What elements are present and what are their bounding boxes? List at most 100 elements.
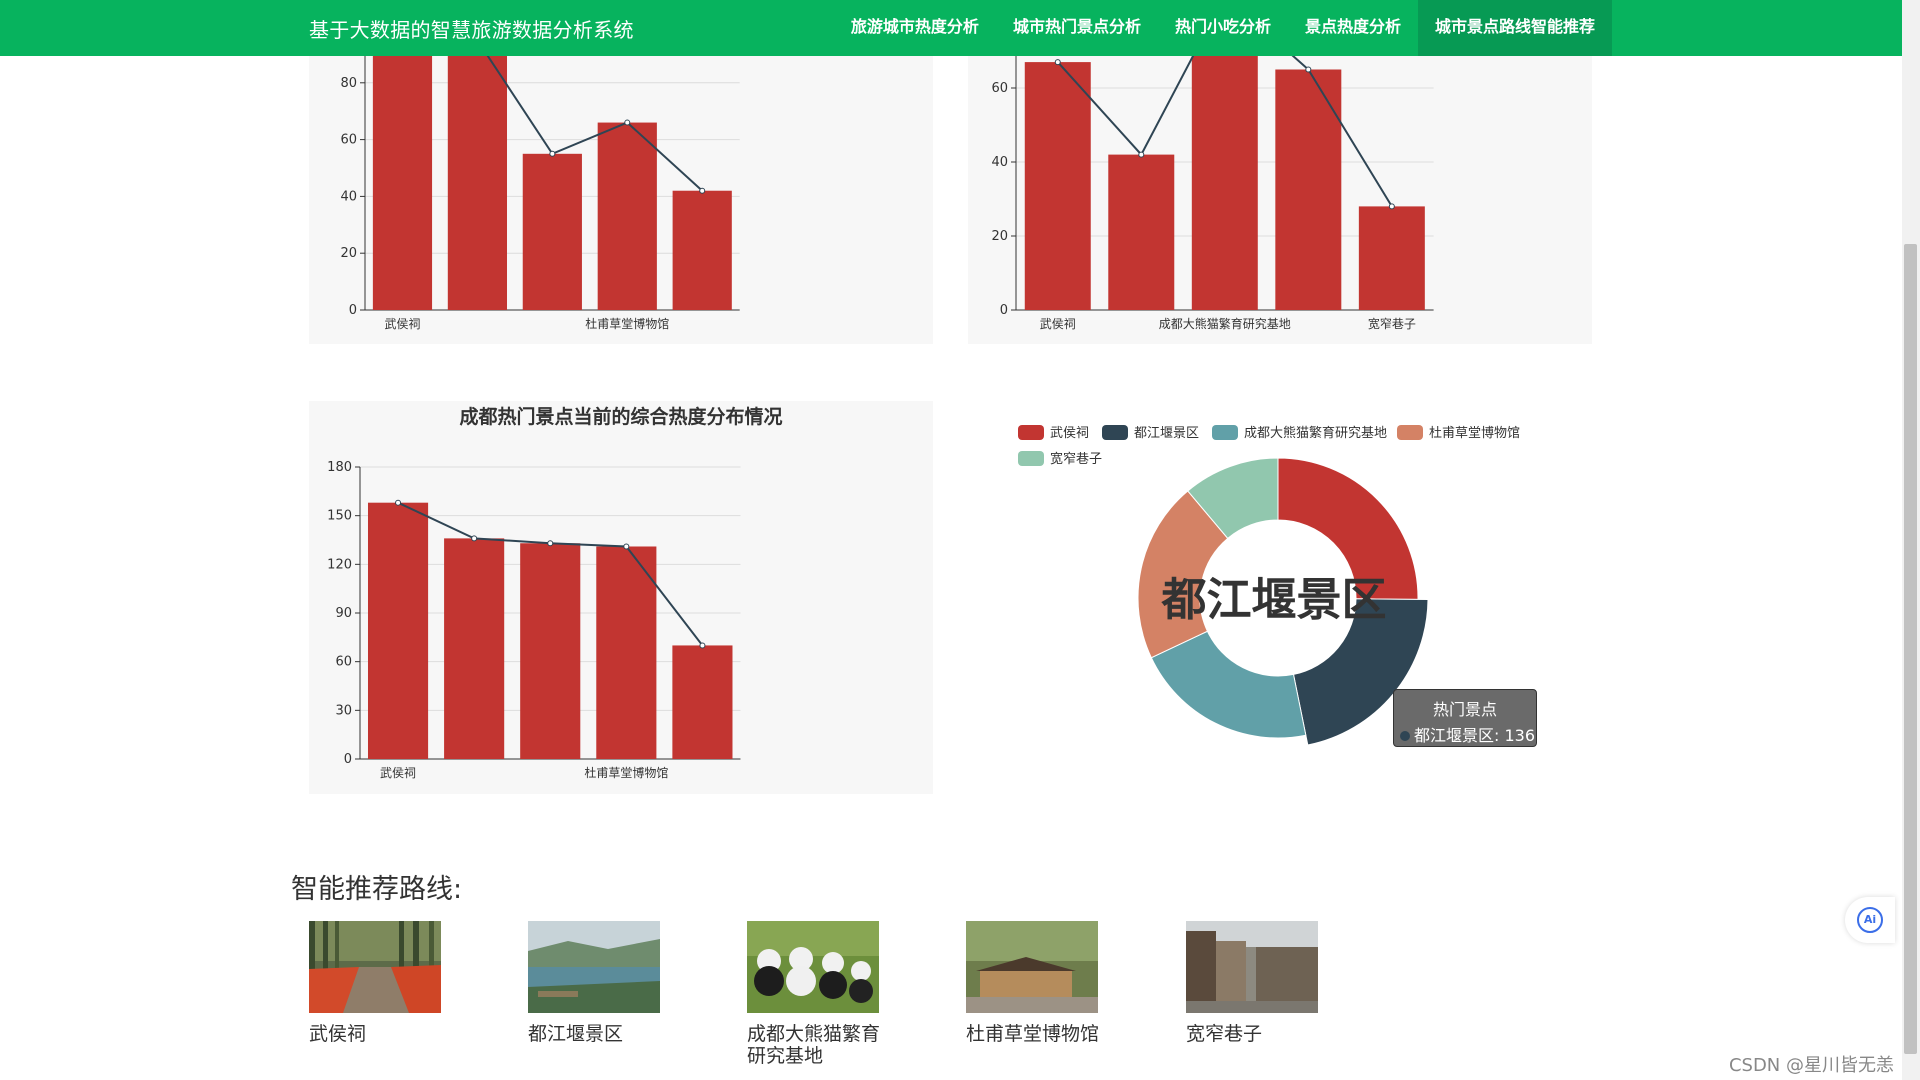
y-tick-label: 30: [335, 703, 352, 718]
x-tick-label: 武侯祠: [384, 317, 420, 331]
y-tick-label: 90: [335, 606, 352, 621]
legend-label: 都江堰景区: [1134, 426, 1199, 441]
chart-panel-top-right: 0 20 40 60 武侯祠 成都大熊猫繁育研究基地 宽窄巷子: [968, 0, 1592, 344]
line-point: [699, 187, 706, 194]
legend-label: 武侯祠: [1050, 426, 1089, 441]
bar-line-chart-top-left[interactable]: 0 20 40 60 80 武侯祠 杜甫草堂博物馆: [309, 2, 933, 344]
line-point: [547, 540, 554, 547]
tooltip-color-dot: [1400, 731, 1410, 741]
tooltip-row: 都江堰景区: 136: [1400, 722, 1536, 746]
ai-assistant-button[interactable]: Ai: [1845, 897, 1895, 943]
legend-swatch: [1397, 425, 1423, 440]
line-point: [549, 150, 556, 157]
x-tick-label: 武侯祠: [380, 766, 416, 780]
x-tick-label: 成都大熊猫繁育研究基地: [1159, 316, 1291, 331]
route-item-dujiangyan[interactable]: 都江堰景区: [528, 921, 663, 1045]
bar: [1024, 62, 1091, 310]
y-tick-label: 60: [991, 81, 1008, 96]
donut-center-label: 都江堰景区: [1160, 573, 1386, 626]
y-tick-label: 0: [344, 752, 352, 767]
route-photo-wuhouci[interactable]: [309, 921, 441, 1013]
y-tick-label: 60: [340, 133, 357, 148]
route-photo-dujiangyan[interactable]: [528, 921, 660, 1013]
line-point: [471, 535, 478, 542]
line-point: [623, 543, 630, 550]
route-photo-panda-base[interactable]: [747, 921, 879, 1013]
chart-title: 成都热门景点当前的综合热度分布情况: [459, 405, 782, 428]
bar: [672, 645, 733, 759]
legend-label: 宽窄巷子: [1050, 451, 1102, 467]
x-tick-label: 宽窄巷子: [1368, 316, 1416, 331]
legend-label: 成都大熊猫繁育研究基地: [1244, 425, 1387, 441]
y-tick-label: 120: [327, 557, 352, 572]
y-tick-label: 0: [349, 303, 357, 318]
bar: [372, 56, 433, 310]
bar: [1191, 56, 1258, 310]
route-label: 宽窄巷子: [1186, 1023, 1263, 1045]
tooltip-title: 热门景点: [1432, 700, 1497, 719]
bar: [597, 122, 657, 310]
bar: [522, 153, 582, 310]
legend-swatch: [1018, 425, 1044, 440]
line-point: [1388, 203, 1395, 210]
legend-swatch: [1102, 425, 1128, 440]
y-tick-label: 40: [340, 189, 357, 204]
route-label: 都江堰景区: [528, 1023, 624, 1045]
nav-route-recommend[interactable]: 城市景点路线智能推荐: [1417, 0, 1612, 56]
route-photo-dufu-caotang[interactable]: [966, 921, 1098, 1013]
bar: [1358, 206, 1425, 310]
line-point: [1138, 151, 1145, 158]
chart-panel-top-left: 0 20 40 60 80 武侯祠 杜甫草堂博物馆: [309, 2, 933, 344]
bar: [367, 502, 429, 759]
y-tick-label: 0: [1000, 303, 1008, 318]
bar: [1108, 154, 1175, 310]
line-point: [395, 499, 402, 506]
line-point: [699, 642, 706, 649]
route-label: 武侯祠: [309, 1023, 367, 1045]
y-tick-label: 40: [991, 155, 1008, 170]
bar: [672, 190, 732, 310]
y-tick-label: 20: [991, 229, 1008, 244]
bar: [520, 543, 581, 759]
watermark: CSDN @星川皆无恙: [1728, 1055, 1894, 1076]
main-nav: 旅游城市热度分析 城市热门景点分析 热门小吃分析 景点热度分析 城市景点路线智能…: [834, 0, 1612, 56]
line-point: [624, 119, 631, 126]
x-tick-label: 杜甫草堂博物馆: [585, 316, 669, 331]
route-item-kuanzhai-xiangzi[interactable]: 宽窄巷子: [1186, 921, 1321, 1045]
legend-label: 杜甫草堂博物馆: [1429, 426, 1520, 441]
bar: [447, 56, 508, 310]
y-tick-label: 20: [340, 246, 357, 261]
pie-tooltip: 热门景点 都江堰景区: 136: [1393, 689, 1537, 747]
scrollbar-thumb[interactable]: [1904, 244, 1917, 1054]
y-tick-label: 150: [327, 509, 352, 524]
route-photo-kuanzhai-xiangzi[interactable]: [1186, 921, 1318, 1013]
line-point: [1054, 59, 1061, 66]
tooltip-value: 都江堰景区: 136: [1414, 726, 1536, 745]
chart-panel-heat-distribution: 成都热门景点当前的综合热度分布情况 0 30 60 90 120 150 180 武侯祠 杜甫草堂…: [309, 401, 933, 794]
nav-city-heat[interactable]: 旅游城市热度分析: [834, 0, 996, 56]
route-label: 成都大熊猫繁育研究基地: [747, 1023, 881, 1067]
route-section-title: 智能推荐路线:: [291, 874, 463, 905]
x-tick-label: 武侯祠: [1040, 317, 1076, 331]
nav-attraction-heat[interactable]: 景点热度分析: [1288, 0, 1418, 56]
bar: [444, 538, 505, 759]
y-tick-label: 180: [327, 460, 352, 475]
legend-swatch: [1018, 451, 1044, 466]
bar-line-chart-top-right[interactable]: 0 20 40 60 武侯祠 成都大熊猫繁育研究基地 宽窄巷子: [968, 0, 1592, 344]
route-item-dufu-caotang[interactable]: 杜甫草堂博物馆: [966, 921, 1101, 1045]
ai-icon[interactable]: Ai: [1857, 907, 1883, 933]
y-tick-label: 60: [335, 655, 352, 670]
route-item-wuhouci[interactable]: 武侯祠: [309, 921, 444, 1045]
y-tick-label: 80: [340, 76, 357, 91]
line-point: [1305, 66, 1312, 73]
route-item-panda-base[interactable]: 成都大熊猫繁育研究基地: [747, 921, 882, 1067]
legend-swatch: [1212, 425, 1238, 440]
route-label: 杜甫草堂博物馆: [966, 1023, 1100, 1045]
nav-city-attractions[interactable]: 城市热门景点分析: [996, 0, 1158, 56]
nav-snacks[interactable]: 热门小吃分析: [1158, 0, 1288, 56]
x-tick-label: 杜甫草堂博物馆: [584, 765, 668, 780]
app-title[interactable]: 基于大数据的智慧旅游数据分析系统: [309, 14, 634, 43]
bar: [596, 546, 657, 759]
bar-line-chart-heat-distribution[interactable]: 成都热门景点当前的综合热度分布情况 0 30 60 90 120 150 180 武侯祠 杜甫草堂…: [309, 401, 933, 794]
top-navbar: 基于大数据的智慧旅游数据分析系统 旅游城市热度分析 城市热门景点分析 热门小吃分…: [0, 0, 1902, 56]
